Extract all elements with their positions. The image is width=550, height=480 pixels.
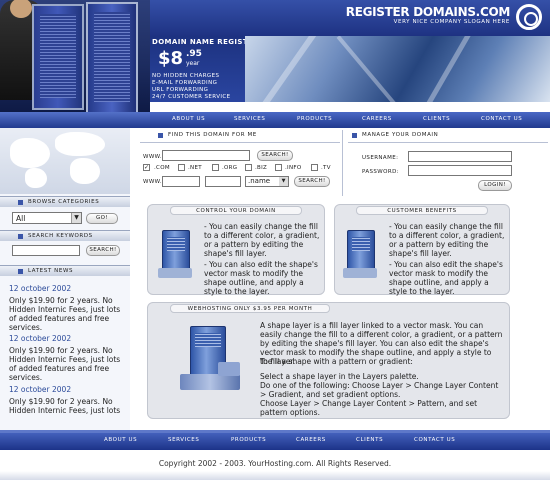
tld-label: .TV <box>321 165 331 171</box>
logo-icon <box>516 4 542 30</box>
hosting-text-2: To fill a shape with a pattern or gradie… <box>260 357 413 366</box>
promo-feature: E-MAIL FORWARDING <box>152 80 218 86</box>
tld-com-checkbox[interactable]: ✓ <box>143 164 150 171</box>
bullet-icon <box>352 133 357 138</box>
news-text: Only $19.90 for 2 years. No Hidden Inter… <box>9 397 121 415</box>
server-base <box>158 268 192 278</box>
nav-products[interactable]: PRODUCTS <box>297 116 332 122</box>
hosting-text-4: Do one of the following: Choose Layer > … <box>260 381 499 399</box>
news-date[interactable]: 12 october 2002 <box>9 334 71 343</box>
nav-services[interactable]: SERVICES <box>234 116 265 122</box>
control-text-2: - You can also edit the shape's vector m… <box>204 260 318 296</box>
divider <box>140 142 340 143</box>
benefits-text-1: - You can easily change the fill to a di… <box>389 222 505 258</box>
news-date[interactable]: 12 october 2002 <box>9 385 71 394</box>
top-nav: ABOUT US SERVICES PRODUCTS CAREERS CLIEN… <box>150 112 550 128</box>
hosting-servers-image <box>180 318 240 398</box>
tld-net-checkbox[interactable] <box>178 164 185 171</box>
divider <box>342 130 343 196</box>
footer-strip <box>0 471 550 480</box>
news-date[interactable]: 12 october 2002 <box>9 284 71 293</box>
www-label: WWW. <box>143 179 163 185</box>
site-slogan: VERY NICE COMPANY SLOGAN HERE <box>393 19 510 25</box>
server-base <box>343 268 377 278</box>
login-button[interactable]: LOGIN! <box>478 180 512 191</box>
news-text: Only $19.90 for 2 years. No Hidden Inter… <box>9 296 121 332</box>
promo-feature: NO HIDDEN CHARGES <box>152 73 220 79</box>
category-select[interactable]: All ▼ <box>12 212 82 224</box>
find-domain-heading: FIND THIS DOMAIN FOR ME <box>140 132 340 142</box>
bullet-icon <box>18 200 23 205</box>
footer-careers[interactable]: CAREERS <box>296 437 326 443</box>
nav-clients[interactable]: CLIENTS <box>423 116 450 122</box>
chevron-down-icon: ▼ <box>71 213 81 223</box>
control-domain-heading: CONTROL YOUR DOMAIN <box>170 206 302 215</box>
benefits-text-2: - You can also edit the shape's vector m… <box>389 260 503 296</box>
price-cents: .95 <box>186 49 202 59</box>
footer-divider <box>0 430 550 433</box>
username-label: USERNAME: <box>362 155 399 161</box>
nav-about-us[interactable]: ABOUT US <box>172 116 205 122</box>
footer-about-us[interactable]: ABOUT US <box>104 437 137 443</box>
tld-label: .NET <box>188 165 202 171</box>
copyright: Copyright 2002 - 2003. YourHosting.com. … <box>158 459 392 468</box>
price-dollars: $8 <box>158 48 184 69</box>
password-input[interactable] <box>408 165 512 176</box>
hosting-text-3: Select a shape layer in the Layers palet… <box>260 372 419 381</box>
control-text-1: - You can easily change the fill to a di… <box>204 222 320 258</box>
www-label: WWW. <box>143 154 163 160</box>
domain-search-button[interactable]: SEARCH! <box>257 150 293 161</box>
footer-services[interactable]: SERVICES <box>168 437 199 443</box>
footer-nav <box>0 430 550 450</box>
news-text: Only $19.90 for 2 years. No Hidden Inter… <box>9 346 121 382</box>
nav-careers[interactable]: CAREERS <box>362 116 392 122</box>
bullet-icon <box>158 133 163 138</box>
bullet-icon <box>18 234 23 239</box>
tld-org-checkbox[interactable] <box>212 164 219 171</box>
chevron-down-icon: ▼ <box>279 177 288 186</box>
webhosting-heading: WEBHOSTING ONLY $3.95 PER MONTH <box>170 304 330 313</box>
footer-products[interactable]: PRODUCTS <box>231 437 266 443</box>
footer-clients[interactable]: CLIENTS <box>356 437 383 443</box>
username-input[interactable] <box>408 151 512 162</box>
domain-name-input-2[interactable] <box>205 176 241 187</box>
customer-benefits-heading: CUSTOMER BENEFITS <box>356 206 488 215</box>
keyword-input[interactable] <box>12 245 80 256</box>
divider <box>348 142 548 143</box>
domain-input[interactable] <box>162 150 250 161</box>
nav-contact-us[interactable]: CONTACT US <box>481 116 522 122</box>
domain-search-button-2[interactable]: SEARCH! <box>294 176 330 187</box>
tld-select[interactable]: .name ▼ <box>245 176 289 187</box>
promo-feature: 24/7 CUSTOMER SERVICE <box>152 94 231 100</box>
latest-news-heading: LATEST NEWS <box>0 265 130 276</box>
tld-info-checkbox[interactable] <box>275 164 282 171</box>
password-label: PASSWORD: <box>362 169 399 175</box>
hosting-text-5: Choose Layer > Change Layer Content > Pa… <box>260 399 478 417</box>
server-image <box>86 2 138 114</box>
tld-biz-checkbox[interactable] <box>245 164 252 171</box>
footer-contact-us[interactable]: CONTACT US <box>414 437 455 443</box>
world-map-image <box>0 128 130 194</box>
site-logo-text[interactable]: REGISTER DOMAINS.COM <box>346 5 511 19</box>
manage-domain-heading: MANAGE YOUR DOMAIN <box>348 132 548 142</box>
building-image <box>245 36 550 102</box>
tld-label: .ORG <box>222 165 238 171</box>
browse-categories-heading: BROWSE CATEGORIES <box>0 196 130 207</box>
bullet-icon <box>18 269 23 274</box>
keyword-search-button[interactable]: SEARCH! <box>86 245 120 256</box>
nav-bar-left <box>0 112 150 128</box>
domain-name-input[interactable] <box>162 176 200 187</box>
tld-label: .COM <box>154 165 170 171</box>
price-period: year <box>186 60 200 67</box>
promo-feature: URL FORWARDING <box>152 87 209 93</box>
tld-label: .INFO <box>285 165 302 171</box>
tld-tv-checkbox[interactable] <box>311 164 318 171</box>
tld-label: .BIZ <box>255 165 268 171</box>
search-keywords-heading: SEARCH KEYWORDS <box>0 230 130 241</box>
server-image <box>32 4 84 110</box>
go-button[interactable]: GO! <box>86 213 118 224</box>
